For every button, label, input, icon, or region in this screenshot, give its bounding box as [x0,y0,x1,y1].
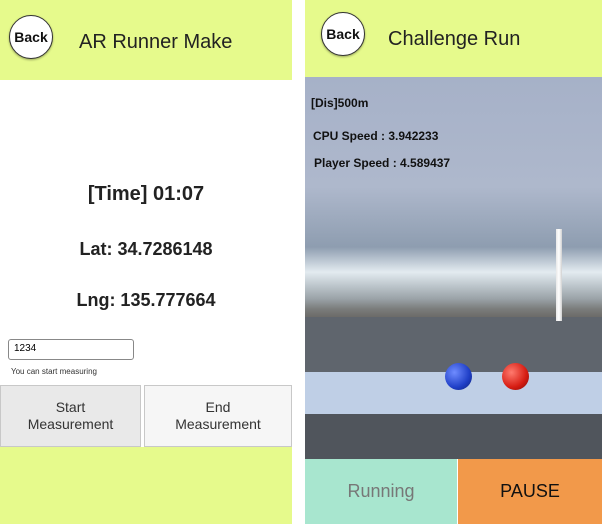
start-button-line1: Start [55,399,86,415]
cpu-speed-readout: CPU Speed : 3.942233 [313,129,439,143]
longitude-display: Lng: 135.777664 [76,290,216,310]
running-status-button[interactable]: Running [305,459,457,524]
status-hint: You can start measuring [11,367,97,376]
end-button-line2: Measurement [175,416,261,432]
goal-pole [556,229,562,321]
header-bar: Back Challenge Run [305,0,602,77]
challenge-run-screen: Back Challenge Run [Dis]500m CPU Speed :… [305,0,602,524]
player-runner-ball [502,363,529,390]
latitude-display: Lat: 34.7286148 [79,239,213,259]
page-title: AR Runner Make [79,31,233,53]
pause-button[interactable]: PAUSE [458,459,602,524]
start-measurement-button[interactable]: Start Measurement [0,385,141,447]
back-button[interactable]: Back [321,12,365,56]
end-button-line1: End [205,399,231,415]
cpu-runner-ball [445,363,472,390]
distance-readout: [Dis]500m [311,96,369,110]
time-display: [Time] 01:07 [87,183,205,205]
ar-game-view: [Dis]500m CPU Speed : 3.942233 Player Sp… [305,77,602,459]
end-measurement-button[interactable]: End Measurement [144,385,292,447]
player-speed-readout: Player Speed : 4.589437 [314,156,451,170]
back-button[interactable]: Back [9,15,53,59]
id-input[interactable]: 1234 [8,339,134,360]
ar-runner-make-screen: Back AR Runner Make [Time] 01:07 Lat: 34… [0,0,292,524]
start-button-line2: Measurement [27,416,114,432]
footer-bar [0,447,292,524]
header-bar: Back AR Runner Make [0,0,292,80]
page-title: Challenge Run [388,28,521,50]
foreground-ground [305,414,602,459]
